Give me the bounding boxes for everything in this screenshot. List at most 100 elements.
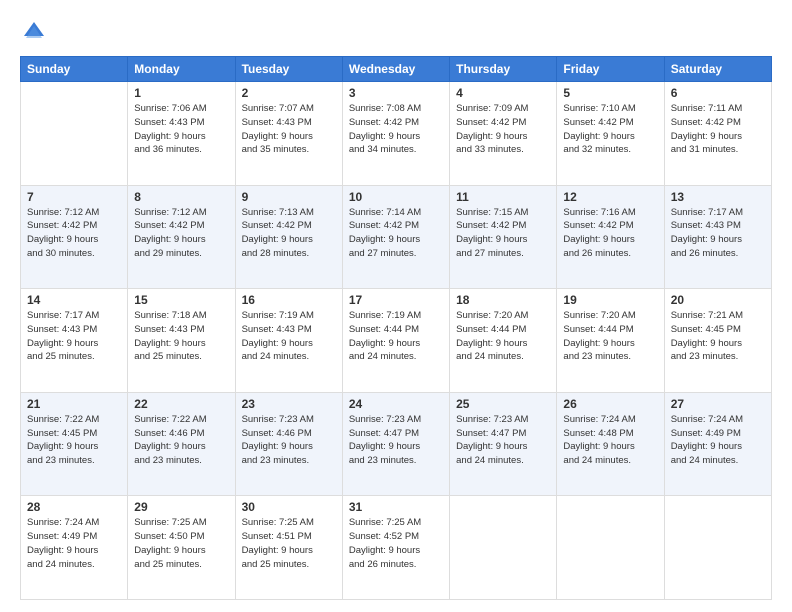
weekday-header-saturday: Saturday <box>664 57 771 82</box>
calendar-cell: 30 Sunrise: 7:25 AM Sunset: 4:51 PM Dayli… <box>235 496 342 600</box>
calendar-cell: 6 Sunrise: 7:11 AM Sunset: 4:42 PM Daylig… <box>664 82 771 186</box>
logo <box>20 18 52 46</box>
day-info: Sunrise: 7:22 AM Sunset: 4:45 PM Dayligh… <box>27 413 121 468</box>
calendar-body: 1 Sunrise: 7:06 AM Sunset: 4:43 PM Daylig… <box>21 82 772 600</box>
calendar-week-row: 21 Sunrise: 7:22 AM Sunset: 4:45 PM Dayli… <box>21 392 772 496</box>
day-info: Sunrise: 7:14 AM Sunset: 4:42 PM Dayligh… <box>349 206 443 261</box>
day-info: Sunrise: 7:18 AM Sunset: 4:43 PM Dayligh… <box>134 309 228 364</box>
weekday-header-friday: Friday <box>557 57 664 82</box>
day-number: 28 <box>27 500 121 514</box>
day-number: 8 <box>134 190 228 204</box>
day-info: Sunrise: 7:09 AM Sunset: 4:42 PM Dayligh… <box>456 102 550 157</box>
day-number: 14 <box>27 293 121 307</box>
calendar-cell: 21 Sunrise: 7:22 AM Sunset: 4:45 PM Dayli… <box>21 392 128 496</box>
calendar-cell <box>557 496 664 600</box>
calendar-cell: 20 Sunrise: 7:21 AM Sunset: 4:45 PM Dayli… <box>664 289 771 393</box>
calendar-cell: 7 Sunrise: 7:12 AM Sunset: 4:42 PM Daylig… <box>21 185 128 289</box>
calendar-cell: 17Sunrise: 7:19 AM Sunset: 4:44 PM Dayli… <box>342 289 449 393</box>
day-number: 16 <box>242 293 336 307</box>
day-number: 12 <box>563 190 657 204</box>
calendar-cell <box>664 496 771 600</box>
header <box>20 18 772 46</box>
day-number: 13 <box>671 190 765 204</box>
calendar-week-row: 28Sunrise: 7:24 AM Sunset: 4:49 PM Dayli… <box>21 496 772 600</box>
day-number: 31 <box>349 500 443 514</box>
calendar-cell: 10 Sunrise: 7:14 AM Sunset: 4:42 PM Dayli… <box>342 185 449 289</box>
day-info: Sunrise: 7:21 AM Sunset: 4:45 PM Dayligh… <box>671 309 765 364</box>
weekday-header-monday: Monday <box>128 57 235 82</box>
calendar-cell: 18 Sunrise: 7:20 AM Sunset: 4:44 PM Dayli… <box>450 289 557 393</box>
logo-icon <box>20 18 48 46</box>
day-number: 26 <box>563 397 657 411</box>
day-info: Sunrise: 7:12 AM Sunset: 4:42 PM Dayligh… <box>27 206 121 261</box>
day-info: Sunrise: 7:24 AM Sunset: 4:49 PM Dayligh… <box>671 413 765 468</box>
calendar-cell: 28Sunrise: 7:24 AM Sunset: 4:49 PM Dayli… <box>21 496 128 600</box>
calendar-week-row: 14 Sunrise: 7:17 AM Sunset: 4:43 PM Dayli… <box>21 289 772 393</box>
day-info: Sunrise: 7:07 AM Sunset: 4:43 PM Dayligh… <box>242 102 336 157</box>
calendar-cell: 5Sunrise: 7:10 AM Sunset: 4:42 PM Daylig… <box>557 82 664 186</box>
day-number: 15 <box>134 293 228 307</box>
day-number: 20 <box>671 293 765 307</box>
calendar-cell: 27Sunrise: 7:24 AM Sunset: 4:49 PM Dayli… <box>664 392 771 496</box>
calendar-cell: 25Sunrise: 7:23 AM Sunset: 4:47 PM Dayli… <box>450 392 557 496</box>
day-info: Sunrise: 7:06 AM Sunset: 4:43 PM Dayligh… <box>134 102 228 157</box>
day-info: Sunrise: 7:17 AM Sunset: 4:43 PM Dayligh… <box>671 206 765 261</box>
calendar-cell: 16 Sunrise: 7:19 AM Sunset: 4:43 PM Dayli… <box>235 289 342 393</box>
day-number: 21 <box>27 397 121 411</box>
calendar-cell: 14 Sunrise: 7:17 AM Sunset: 4:43 PM Dayli… <box>21 289 128 393</box>
calendar-cell: 13 Sunrise: 7:17 AM Sunset: 4:43 PM Dayli… <box>664 185 771 289</box>
calendar-cell: 19 Sunrise: 7:20 AM Sunset: 4:44 PM Dayli… <box>557 289 664 393</box>
day-number: 29 <box>134 500 228 514</box>
day-number: 19 <box>563 293 657 307</box>
day-info: Sunrise: 7:11 AM Sunset: 4:42 PM Dayligh… <box>671 102 765 157</box>
day-number: 24 <box>349 397 443 411</box>
day-info: Sunrise: 7:25 AM Sunset: 4:51 PM Dayligh… <box>242 516 336 571</box>
day-number: 7 <box>27 190 121 204</box>
day-number: 3 <box>349 86 443 100</box>
calendar-cell: 22 Sunrise: 7:22 AM Sunset: 4:46 PM Dayli… <box>128 392 235 496</box>
calendar-cell: 29 Sunrise: 7:25 AM Sunset: 4:50 PM Dayli… <box>128 496 235 600</box>
day-number: 5 <box>563 86 657 100</box>
day-number: 18 <box>456 293 550 307</box>
calendar-cell: 24 Sunrise: 7:23 AM Sunset: 4:47 PM Dayli… <box>342 392 449 496</box>
weekday-header-row: SundayMondayTuesdayWednesdayThursdayFrid… <box>21 57 772 82</box>
day-number: 30 <box>242 500 336 514</box>
day-number: 17 <box>349 293 443 307</box>
day-number: 11 <box>456 190 550 204</box>
day-info: Sunrise: 7:17 AM Sunset: 4:43 PM Dayligh… <box>27 309 121 364</box>
calendar-cell: 1 Sunrise: 7:06 AM Sunset: 4:43 PM Daylig… <box>128 82 235 186</box>
weekday-header-thursday: Thursday <box>450 57 557 82</box>
day-info: Sunrise: 7:20 AM Sunset: 4:44 PM Dayligh… <box>563 309 657 364</box>
day-info: Sunrise: 7:25 AM Sunset: 4:52 PM Dayligh… <box>349 516 443 571</box>
day-number: 22 <box>134 397 228 411</box>
calendar-cell: 26 Sunrise: 7:24 AM Sunset: 4:48 PM Dayli… <box>557 392 664 496</box>
calendar-cell: 23Sunrise: 7:23 AM Sunset: 4:46 PM Dayli… <box>235 392 342 496</box>
day-number: 25 <box>456 397 550 411</box>
day-info: Sunrise: 7:19 AM Sunset: 4:43 PM Dayligh… <box>242 309 336 364</box>
calendar-cell: 3 Sunrise: 7:08 AM Sunset: 4:42 PM Daylig… <box>342 82 449 186</box>
page: SundayMondayTuesdayWednesdayThursdayFrid… <box>0 0 792 612</box>
calendar-cell: 31 Sunrise: 7:25 AM Sunset: 4:52 PM Dayli… <box>342 496 449 600</box>
day-info: Sunrise: 7:16 AM Sunset: 4:42 PM Dayligh… <box>563 206 657 261</box>
calendar-cell <box>450 496 557 600</box>
day-number: 6 <box>671 86 765 100</box>
day-number: 2 <box>242 86 336 100</box>
calendar-cell: 9Sunrise: 7:13 AM Sunset: 4:42 PM Daylig… <box>235 185 342 289</box>
calendar-cell <box>21 82 128 186</box>
day-info: Sunrise: 7:12 AM Sunset: 4:42 PM Dayligh… <box>134 206 228 261</box>
calendar-week-row: 7 Sunrise: 7:12 AM Sunset: 4:42 PM Daylig… <box>21 185 772 289</box>
calendar-cell: 12 Sunrise: 7:16 AM Sunset: 4:42 PM Dayli… <box>557 185 664 289</box>
day-number: 10 <box>349 190 443 204</box>
day-info: Sunrise: 7:23 AM Sunset: 4:46 PM Dayligh… <box>242 413 336 468</box>
calendar-cell: 4Sunrise: 7:09 AM Sunset: 4:42 PM Daylig… <box>450 82 557 186</box>
day-info: Sunrise: 7:23 AM Sunset: 4:47 PM Dayligh… <box>349 413 443 468</box>
day-info: Sunrise: 7:25 AM Sunset: 4:50 PM Dayligh… <box>134 516 228 571</box>
calendar-cell: 8 Sunrise: 7:12 AM Sunset: 4:42 PM Daylig… <box>128 185 235 289</box>
day-info: Sunrise: 7:22 AM Sunset: 4:46 PM Dayligh… <box>134 413 228 468</box>
day-info: Sunrise: 7:20 AM Sunset: 4:44 PM Dayligh… <box>456 309 550 364</box>
day-number: 1 <box>134 86 228 100</box>
day-info: Sunrise: 7:08 AM Sunset: 4:42 PM Dayligh… <box>349 102 443 157</box>
day-info: Sunrise: 7:24 AM Sunset: 4:48 PM Dayligh… <box>563 413 657 468</box>
day-info: Sunrise: 7:15 AM Sunset: 4:42 PM Dayligh… <box>456 206 550 261</box>
calendar-header: SundayMondayTuesdayWednesdayThursdayFrid… <box>21 57 772 82</box>
